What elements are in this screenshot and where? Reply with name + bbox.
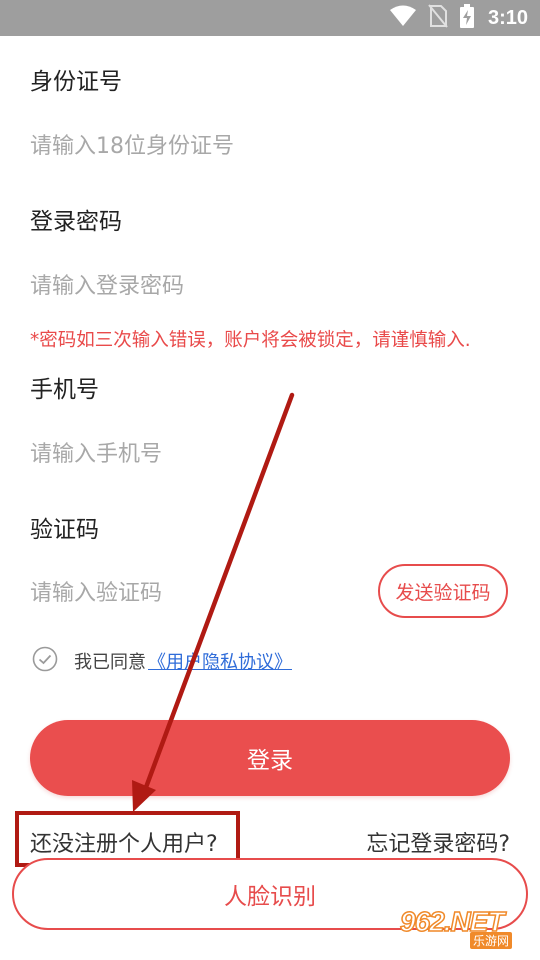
password-label: 登录密码 xyxy=(30,209,122,235)
id-number-input[interactable] xyxy=(30,126,490,166)
privacy-agreement-link[interactable]: 《用户隐私协议》 xyxy=(148,648,292,674)
phone-input[interactable] xyxy=(30,434,490,474)
wifi-icon xyxy=(389,5,416,31)
no-sim-icon xyxy=(428,4,448,32)
agreement-row: 我已同意 《用户隐私协议》 xyxy=(32,646,292,676)
password-input[interactable] xyxy=(30,266,490,306)
verification-code-input[interactable] xyxy=(30,573,360,613)
status-icons: 3:10 xyxy=(389,4,528,32)
phone-label: 手机号 xyxy=(30,377,99,403)
status-bar: 3:10 xyxy=(0,0,540,36)
watermark-subtitle: 乐游网 xyxy=(470,932,513,949)
battery-charging-icon xyxy=(459,4,474,32)
watermark-logo: 962.NET 乐游网 xyxy=(399,905,530,952)
send-code-button[interactable]: 发送验证码 xyxy=(378,564,508,618)
login-button[interactable]: 登录 xyxy=(30,720,510,796)
checkbox-circle-icon[interactable] xyxy=(32,646,58,676)
verification-code-label: 验证码 xyxy=(30,517,99,543)
password-warning: *密码如三次输入错误，账户将会被锁定，请谨慎输入. xyxy=(30,330,471,351)
forgot-password-link[interactable]: 忘记登录密码? xyxy=(366,826,510,858)
id-number-label: 身份证号 xyxy=(30,69,122,95)
status-time: 3:10 xyxy=(487,6,528,29)
agreement-text: 我已同意 xyxy=(74,652,146,673)
